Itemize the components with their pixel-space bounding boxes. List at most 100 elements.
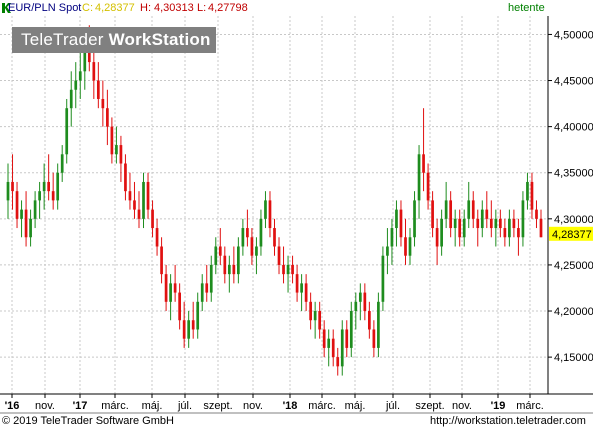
candle-body bbox=[386, 246, 389, 256]
candle-body bbox=[246, 228, 249, 238]
candle-body bbox=[164, 274, 168, 302]
candle-body bbox=[268, 200, 272, 229]
candle-body bbox=[485, 209, 489, 219]
candle-body bbox=[372, 329, 376, 348]
candle-body bbox=[349, 311, 353, 348]
candle-body bbox=[106, 108, 109, 127]
candle-body bbox=[426, 172, 430, 201]
candle-body bbox=[539, 218, 543, 238]
x-tick-label: márc. bbox=[308, 400, 336, 412]
candle-body bbox=[250, 237, 254, 256]
y-tick-label: 4,20000 bbox=[554, 306, 593, 318]
candle-body bbox=[286, 264, 290, 275]
candle-body bbox=[345, 329, 349, 348]
x-tick-label: szept. bbox=[203, 400, 232, 412]
candle-body bbox=[331, 338, 335, 358]
x-tick-label: '19 bbox=[491, 400, 506, 412]
x-tick-label: szept. bbox=[415, 400, 444, 412]
candle-body bbox=[74, 80, 78, 90]
candle-body bbox=[340, 329, 344, 367]
candle-body bbox=[399, 209, 403, 238]
candle-body bbox=[33, 200, 37, 219]
candle-body bbox=[38, 191, 41, 201]
candle-body bbox=[431, 200, 434, 229]
x-tick-label: máj. bbox=[345, 400, 366, 412]
candle-body bbox=[395, 209, 398, 229]
candle-body bbox=[282, 264, 285, 275]
candle-body bbox=[535, 209, 538, 219]
candle-body bbox=[291, 264, 294, 275]
candle-body bbox=[377, 301, 380, 348]
symbol-label: EUR/PLN Spot bbox=[8, 2, 82, 14]
candle-body bbox=[205, 283, 209, 293]
candle-body bbox=[498, 218, 502, 229]
candle-body bbox=[110, 126, 114, 155]
candle-body bbox=[408, 237, 412, 256]
candle-body bbox=[15, 191, 19, 219]
candle-body bbox=[24, 209, 28, 238]
candle-body bbox=[151, 209, 154, 229]
candle-body bbox=[471, 200, 475, 219]
candle-body bbox=[476, 218, 480, 229]
candle-body bbox=[96, 80, 100, 99]
candle-body bbox=[137, 209, 141, 219]
candle-body bbox=[530, 181, 534, 210]
x-tick-label: nov. bbox=[35, 400, 55, 412]
candle-body bbox=[227, 264, 231, 275]
y-tick-label: 4,50000 bbox=[554, 29, 593, 41]
x-tick-label: '17 bbox=[73, 400, 88, 412]
watermark-part2: WorkStation bbox=[108, 30, 211, 49]
candle-body bbox=[124, 163, 127, 192]
watermark-part1: TeleTrader bbox=[21, 30, 104, 49]
period-label[interactable]: hetente bbox=[508, 0, 545, 16]
candle-body bbox=[440, 218, 443, 247]
candle-body bbox=[200, 283, 204, 302]
chart-footer: © 2019 TeleTrader Software GmbH http://w… bbox=[0, 413, 593, 431]
candle-body bbox=[146, 181, 150, 210]
candle-body bbox=[494, 218, 498, 229]
candle-body bbox=[29, 218, 32, 238]
candle-body bbox=[358, 292, 362, 302]
close-value: 4,28377 bbox=[95, 2, 135, 14]
x-tick-label: máj. bbox=[142, 400, 163, 412]
close-label: C: bbox=[82, 2, 93, 14]
candle-body bbox=[313, 311, 317, 321]
y-tick-label: 4,30000 bbox=[554, 214, 593, 226]
candle-body bbox=[273, 228, 276, 247]
y-tick-label: 4,15000 bbox=[554, 352, 593, 364]
candle-body bbox=[218, 246, 222, 256]
candle-body bbox=[336, 357, 340, 367]
low-value: 4,27798 bbox=[208, 2, 248, 14]
x-tick-label: nov. bbox=[243, 400, 263, 412]
candle-body bbox=[42, 181, 46, 192]
candle-body bbox=[467, 200, 471, 219]
candle-body bbox=[65, 108, 69, 155]
candle-body bbox=[300, 283, 303, 293]
candle-body bbox=[322, 329, 326, 348]
candle-body bbox=[191, 320, 195, 330]
candle-body bbox=[196, 301, 200, 330]
candle-body bbox=[462, 218, 466, 238]
candle-body bbox=[214, 246, 218, 265]
candle-body bbox=[60, 154, 64, 173]
copyright-text: © 2019 TeleTrader Software GmbH bbox=[2, 415, 174, 427]
candle-body bbox=[241, 228, 245, 247]
candle-body bbox=[295, 274, 299, 293]
website-link[interactable]: http://workstation.teletrader.com bbox=[430, 415, 586, 427]
candle-body bbox=[517, 228, 520, 238]
candle-body bbox=[422, 154, 425, 173]
candle-body bbox=[133, 200, 136, 210]
candle-body bbox=[304, 283, 308, 302]
candle-body bbox=[413, 200, 416, 238]
price-chart[interactable]: 4,50000 4,45000 4,40000 4,35000 4,30000 4,250… bbox=[0, 0, 593, 431]
candle-body bbox=[47, 181, 51, 192]
candle-body bbox=[390, 228, 394, 247]
x-tick-label: '16 bbox=[5, 400, 20, 412]
candle-body bbox=[182, 320, 186, 339]
candle-body bbox=[444, 200, 448, 219]
candle-body bbox=[155, 228, 159, 247]
candle-body bbox=[354, 301, 358, 312]
y-tick-label: 4,45000 bbox=[554, 76, 593, 88]
candle-body bbox=[223, 255, 227, 275]
candle-body bbox=[480, 209, 484, 229]
